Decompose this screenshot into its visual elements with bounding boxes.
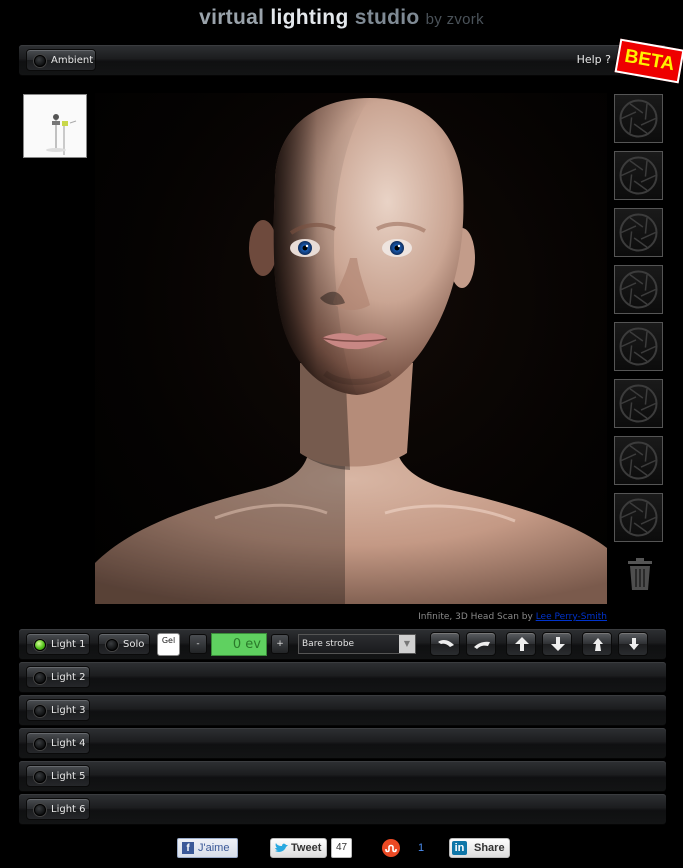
head-render (95, 98, 607, 604)
top-toolbar: Ambient Help ? (19, 45, 666, 75)
light-5-label: Light 5 (51, 771, 86, 782)
stumbleupon-icon[interactable] (381, 838, 401, 858)
light-6-panel: Light 6 (19, 794, 666, 824)
move-forward-icon (593, 638, 603, 651)
aperture-icon (619, 156, 658, 195)
rotate-right-icon (474, 641, 490, 649)
light-6-led-icon (34, 804, 46, 816)
ev-value-field[interactable]: 0 ev (211, 633, 267, 656)
light-4-label: Light 4 (51, 738, 86, 749)
light-1-toggle[interactable]: Light 1 (26, 633, 90, 655)
preset-slot-5[interactable] (614, 322, 663, 371)
stumble-count: 1 (418, 842, 425, 854)
preset-slot-8[interactable] (614, 493, 663, 542)
light-setup-diagram-icon (46, 114, 77, 155)
light-type-select[interactable]: Bare strobe ▼ (298, 634, 416, 654)
chevron-down-icon: ▼ (399, 635, 415, 653)
light-type-value: Bare strobe (302, 639, 355, 649)
aperture-icon (619, 498, 658, 537)
title-virtual: virtual (199, 6, 265, 29)
gel-button[interactable]: Gel (157, 633, 180, 656)
move-back-icon (629, 638, 639, 650)
rotate-left-icon (438, 640, 454, 647)
ev-decrease-button[interactable]: - (189, 634, 207, 654)
solo-toggle[interactable]: Solo (98, 633, 150, 655)
aperture-icon (619, 270, 658, 309)
credit-text: Infinite, 3D Head Scan by (418, 612, 533, 622)
light-3-led-icon (34, 705, 46, 717)
move-up-icon (515, 637, 529, 651)
light-5-led-icon (34, 771, 46, 783)
twitter-bird-icon (275, 843, 288, 852)
solo-led-icon (106, 639, 118, 651)
light-5-toggle[interactable]: Light 5 (26, 765, 90, 787)
trash-icon[interactable] (626, 557, 654, 591)
light-3-label: Light 3 (51, 705, 86, 716)
light-4-led-icon (34, 738, 46, 750)
light-5-panel: Light 5 (19, 761, 666, 791)
rotate-left-button[interactable] (430, 632, 460, 656)
light-4-panel: Light 4 (19, 728, 666, 758)
ambient-led-icon (34, 55, 46, 67)
move-back-button[interactable] (618, 632, 648, 656)
rotate-right-button[interactable] (466, 632, 496, 656)
app-title: virtual lighting studio by zvork (0, 6, 683, 30)
move-down-button[interactable] (542, 632, 572, 656)
light-1-panel: Light 1 Solo Gel - 0 ev + Bare strobe ▼ (19, 629, 666, 659)
light-1-label: Light 1 (51, 639, 86, 650)
light-3-toggle[interactable]: Light 3 (26, 699, 90, 721)
move-forward-button[interactable] (582, 632, 612, 656)
facebook-like-button[interactable]: f J'aime (177, 838, 238, 858)
light-6-label: Light 6 (51, 804, 86, 815)
credit-author-link[interactable]: Lee Perry-Smith (536, 612, 607, 622)
preset-slot-3[interactable] (614, 208, 663, 257)
light-2-led-icon (34, 672, 46, 684)
light-3-panel: Light 3 (19, 695, 666, 725)
facebook-icon: f (182, 842, 194, 854)
title-byline: by zvork (425, 11, 484, 28)
aperture-icon (619, 327, 658, 366)
preset-slot-4[interactable] (614, 265, 663, 314)
solo-label: Solo (123, 639, 145, 650)
scene-credit: Infinite, 3D Head Scan by Lee Perry-Smit… (300, 612, 607, 622)
tweet-label: Tweet (291, 842, 322, 854)
help-link[interactable]: Help ? (577, 53, 611, 66)
preset-slot-7[interactable] (614, 436, 663, 485)
preset-slot-6[interactable] (614, 379, 663, 428)
ambient-label: Ambient (51, 55, 94, 66)
light-2-label: Light 2 (51, 672, 86, 683)
light-1-led-icon (34, 639, 46, 651)
preset-slot-1[interactable] (614, 94, 663, 143)
aperture-icon (619, 99, 658, 138)
move-down-icon (551, 637, 565, 651)
light-6-toggle[interactable]: Light 6 (26, 798, 90, 820)
tweet-button[interactable]: Tweet (270, 838, 327, 858)
aperture-icon (619, 384, 658, 423)
light-2-panel: Light 2 (19, 662, 666, 692)
ev-increase-button[interactable]: + (271, 634, 289, 654)
render-viewport[interactable] (95, 93, 607, 604)
linkedin-share-button[interactable]: in Share (449, 838, 510, 858)
linkedin-share-label: Share (474, 842, 505, 854)
aperture-icon (619, 441, 658, 480)
preset-slot-2[interactable] (614, 151, 663, 200)
aperture-icon (619, 213, 658, 252)
scene-overview-thumbnail[interactable] (23, 94, 87, 158)
title-studio: studio (354, 6, 420, 29)
light-2-toggle[interactable]: Light 2 (26, 666, 90, 688)
title-lighting: lighting (270, 6, 349, 29)
linkedin-icon: in (452, 841, 467, 855)
beta-badge: BETA (614, 38, 683, 84)
facebook-like-label: J'aime (198, 842, 230, 854)
tweet-count: 47 (331, 838, 352, 858)
light-4-toggle[interactable]: Light 4 (26, 732, 90, 754)
ambient-toggle[interactable]: Ambient (26, 49, 96, 71)
move-up-button[interactable] (506, 632, 536, 656)
